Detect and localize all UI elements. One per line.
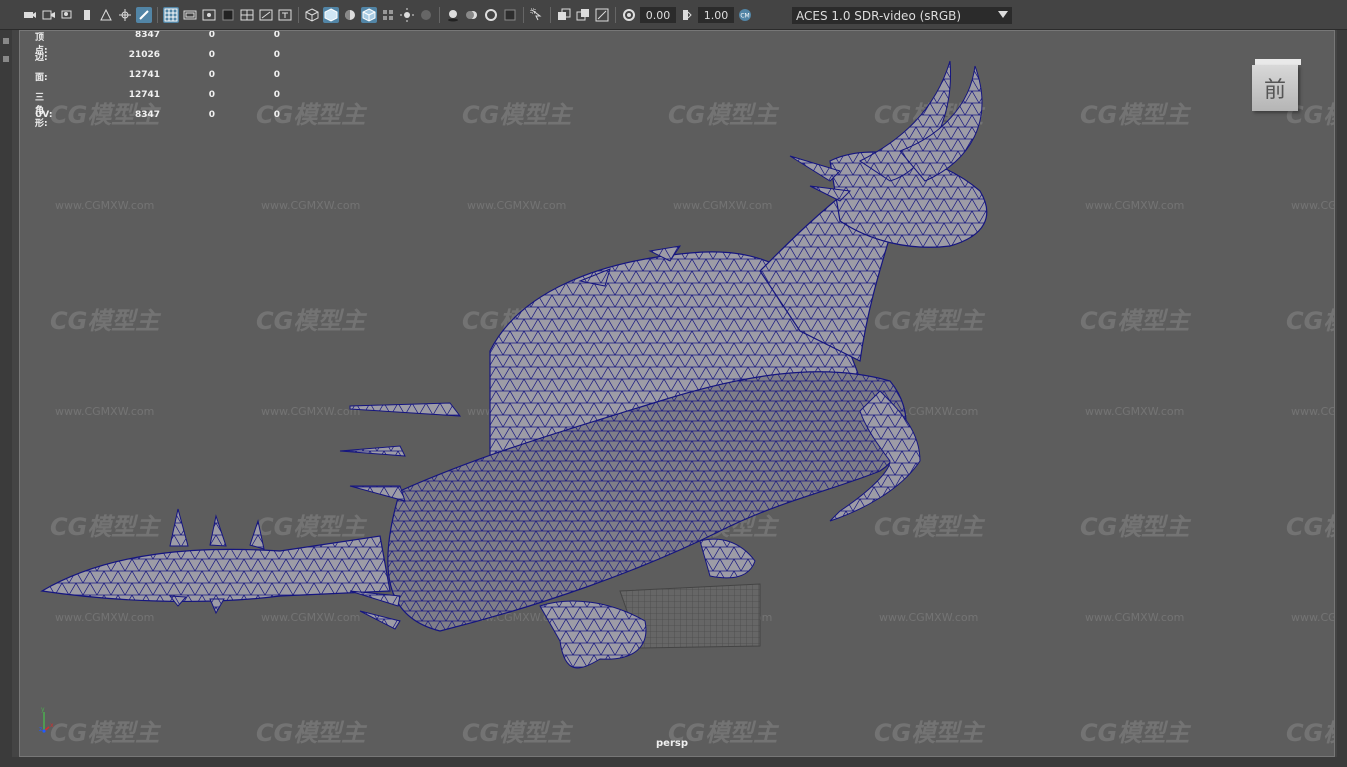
safe-action-icon[interactable] (258, 7, 274, 23)
toolbar-divider (157, 7, 158, 23)
use-all-lights-icon[interactable] (399, 7, 415, 23)
camera-tools: 0.00 1.00 CM (22, 6, 753, 24)
isolate-select-icon[interactable] (529, 7, 545, 23)
toolbar-divider (439, 7, 440, 23)
bottom-panel-strip (0, 757, 1347, 767)
chevron-down-icon (998, 11, 1008, 18)
hud-value: 0 (208, 110, 215, 120)
panel-handle[interactable] (3, 38, 9, 44)
view-cube[interactable]: 前 (1250, 59, 1302, 111)
xray-joints-icon[interactable] (594, 7, 610, 23)
grid-icon[interactable] (163, 7, 179, 23)
hud-value: 0 (208, 70, 215, 80)
bookmarks-icon[interactable] (60, 7, 76, 23)
exposure-icon[interactable] (621, 7, 637, 23)
hud-label: 面: (35, 73, 48, 83)
hud-value: 0 (273, 70, 280, 80)
color-space-value: ACES 1.0 SDR-video (sRGB) (796, 8, 962, 23)
right-panel-strip (1337, 30, 1347, 767)
svg-text:CM: CM (740, 13, 749, 20)
z-axis-label: z (39, 726, 42, 733)
shadows-icon[interactable] (418, 7, 434, 23)
dragon-wireframe-model[interactable] (20, 31, 1335, 757)
anti-aliasing-icon[interactable] (483, 7, 499, 23)
screen-space-ao-icon[interactable] (445, 7, 461, 23)
camera-name-label: persp (656, 738, 688, 749)
z-axis (42, 729, 46, 733)
depth-of-field-icon[interactable] (502, 7, 518, 23)
toolbar-divider (550, 7, 551, 23)
2d-pan-zoom-icon[interactable] (117, 7, 133, 23)
hud-value: 21026 (128, 50, 160, 60)
color-space-dropdown[interactable]: ACES 1.0 SDR-video (sRGB) (792, 7, 1012, 24)
exposure-field[interactable]: 0.00 (640, 7, 676, 23)
hud-value: 12741 (128, 70, 160, 80)
dragon-back-foot (699, 538, 756, 579)
wireframe-shading-icon[interactable] (304, 7, 320, 23)
safe-title-icon[interactable] (277, 7, 293, 23)
hud-value: 0 (273, 50, 280, 60)
hud-label: 边: (35, 53, 48, 63)
hud-value: 0 (273, 30, 280, 40)
hud-value: 0 (208, 30, 215, 40)
y-axis-label: y (41, 706, 45, 713)
axis-gizmo: y x z (39, 706, 54, 733)
panel-handle[interactable] (3, 56, 9, 62)
camera-attributes-icon[interactable] (41, 7, 57, 23)
xray-icon[interactable] (556, 7, 572, 23)
smooth-shade-icon[interactable] (323, 7, 339, 23)
view-cube-front-face[interactable]: 前 (1252, 65, 1298, 111)
3d-viewport[interactable]: CG模型主CG模型主CG模型主CG模型主CG模型主CG模型主CG模型主CG模型主… (19, 30, 1335, 757)
resolution-gate-icon[interactable] (201, 7, 217, 23)
hud-value: 8347 (134, 30, 160, 40)
left-panel-strip (0, 30, 12, 767)
image-plane-icon[interactable] (79, 7, 95, 23)
color-management-icon[interactable]: CM (737, 7, 753, 23)
default-material-icon[interactable] (342, 7, 358, 23)
gamma-field[interactable]: 1.00 (698, 7, 734, 23)
pencil-icon[interactable] (136, 7, 152, 23)
hud-value: 12741 (128, 90, 160, 100)
textured-icon[interactable] (380, 7, 396, 23)
field-chart-icon[interactable] (239, 7, 255, 23)
x-axis-label: x (50, 722, 54, 729)
wireframe-on-shaded-icon[interactable] (361, 7, 377, 23)
xray-active-components-icon[interactable] (575, 7, 591, 23)
grease-pencil-icon[interactable] (98, 7, 114, 23)
select-camera-icon[interactable] (22, 7, 38, 23)
motion-blur-icon[interactable] (464, 7, 480, 23)
viewport-toolbar: 0.00 1.00 CM ACES 1.0 SDR-video (sRGB) (0, 0, 1347, 30)
hud-value: 0 (208, 90, 215, 100)
gamma-icon[interactable] (679, 7, 695, 23)
hud-value: 0 (273, 90, 280, 100)
hud-label: UV: (35, 110, 53, 120)
hud-value: 0 (273, 110, 280, 120)
film-gate-icon[interactable] (182, 7, 198, 23)
gate-mask-icon[interactable] (220, 7, 236, 23)
toolbar-divider (523, 7, 524, 23)
hud-value: 8347 (134, 110, 160, 120)
toolbar-divider (298, 7, 299, 23)
hud-value: 0 (208, 50, 215, 60)
toolbar-divider (615, 7, 616, 23)
